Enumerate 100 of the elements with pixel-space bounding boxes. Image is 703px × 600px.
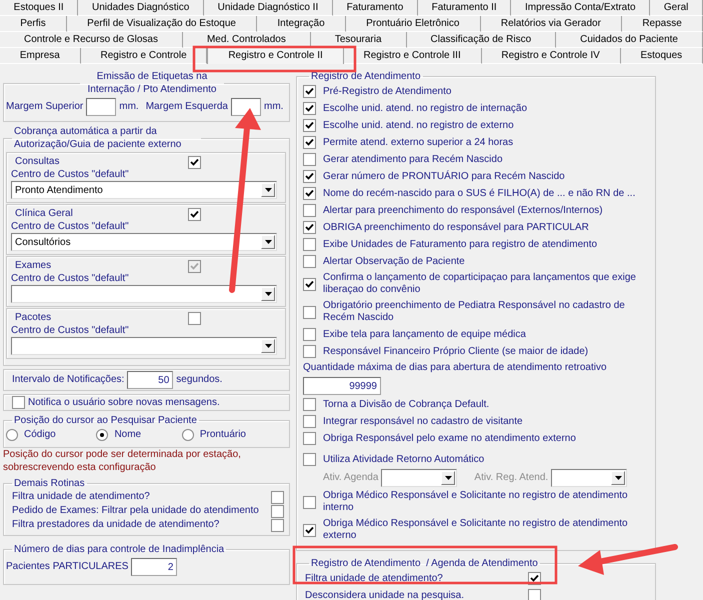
tab[interactable]: Classificação de Risco [406,32,556,48]
checkbox-label: Obriga Responsável pelo exame no atendimento externo [323,432,576,444]
dropdown[interactable]: Pronto Atendimento [11,181,277,199]
tab[interactable]: Estoques [620,48,703,64]
checkbox[interactable] [528,589,541,600]
days-field[interactable]: 2 [131,558,178,576]
unit-label: mm. [264,101,284,113]
checkbox[interactable] [271,504,284,518]
radio-button[interactable] [182,429,194,441]
checkbox-label: Responsável Financeiro Próprio Cliente (se maior de idade) [323,346,588,358]
checkbox[interactable] [303,328,316,341]
tab[interactable]: Geral [650,0,703,16]
checkbox[interactable] [303,496,316,508]
checkbox[interactable] [188,312,201,324]
dropdown[interactable] [381,469,458,487]
checkbox[interactable] [303,153,316,166]
dropdown-button[interactable] [261,287,275,301]
caret-icon [264,344,272,348]
checkbox[interactable] [303,278,316,290]
radio-label: Código [24,429,56,441]
checkbox[interactable] [303,524,316,536]
field-label: Centro de Custos "default" [11,273,130,285]
group-label: Clínica Geral [15,208,73,220]
tab[interactable]: Unidade Diagnóstico II [204,0,333,16]
checkbox[interactable] [303,170,316,183]
field-label: Ativ. Agenda [323,472,378,484]
radio-label: Nome [114,429,142,441]
tab[interactable]: Faturamento [332,0,418,16]
checkbox[interactable] [303,187,316,200]
days-field[interactable]: 99999 [303,377,381,395]
checkbox[interactable] [188,156,201,168]
tab[interactable]: Registro e Controle IV [482,48,621,64]
group-title: Número de dias para controle de Inadimplência [13,543,226,556]
tab[interactable]: Prontuário Eletrônico [346,16,481,32]
margin-field[interactable] [86,98,116,116]
checkbox[interactable] [271,518,284,532]
interval-field[interactable]: 50 [127,371,174,389]
checkbox[interactable] [303,398,316,411]
checkbox[interactable] [271,490,284,504]
dropdown-button[interactable] [611,471,626,485]
checkbox[interactable] [303,102,316,115]
tab[interactable]: Integração [257,16,346,32]
field-label: Ativ. Reg. Atend. [474,472,548,484]
tab[interactable]: Relatórios via Gerador [480,16,622,32]
checkbox[interactable] [303,345,316,358]
checkbox[interactable] [303,432,316,445]
tab[interactable]: Impressão Conta/Extrato [511,0,650,16]
checkbox[interactable] [303,136,316,149]
unit-label: segundos. [176,374,222,386]
tab[interactable]: Controle e Recurso de Glosas [0,32,183,48]
checkbox[interactable] [303,85,316,98]
checkbox-label: OBRIGA preenchimento do responsável para PARTICULAR [323,222,589,234]
caret-icon [614,476,622,480]
checkbox[interactable] [303,204,316,217]
tab[interactable]: Cuidados do Paciente [556,32,703,48]
checkbox-label: Alertar para preenchimento do responsável (Externos/Internos) [323,204,603,216]
radio-button[interactable] [6,429,18,441]
tab[interactable]: Repasse [622,16,703,32]
checkbox-label: Escolhe unid. atend. no registro de externo [323,120,514,132]
tab[interactable]: Estoques II [0,0,78,16]
checkbox-label: Alertar Observação de Paciente [323,256,465,268]
tab[interactable]: Unidades Diagnóstico [78,0,204,16]
tab[interactable]: Empresa [0,48,81,64]
tab[interactable]: Registro e Controle [80,48,208,64]
margin-field[interactable] [230,98,261,116]
checkbox-label: Exibe Unidades de Faturamento para registro de atendimento [323,238,598,250]
checkbox[interactable] [188,208,201,220]
tab[interactable]: Perfis [0,16,67,32]
checkbox-label: Obriga Médico Responsável e Solicitante no registro de atendimento interno [323,490,629,514]
warning-text: Posição do cursor pode ser determinada por estação, sobrescrevendo esta configuração [3,448,242,474]
checkbox-label: Gerar atendimento para Recém Nascido [323,154,503,166]
tab[interactable]: Faturamento II [418,0,512,16]
checkbox[interactable] [303,306,316,318]
group-title: Emissão de Etiquetas na Internação / Pto Atendimento [86,70,218,96]
dropdown-button[interactable] [441,471,456,485]
radio-button[interactable] [96,429,108,441]
checkbox[interactable] [12,396,25,409]
checkbox-label: Integrar responsável no cadastro de visitante [323,416,523,428]
checkbox-label: Filtra unidade de atendimento? [12,491,150,503]
dropdown[interactable] [11,285,277,303]
checkbox-label: Confirma o lançamento de coparticipaçao para lançamentos que exige liberaçao do convênio [323,272,637,296]
dropdown[interactable] [551,469,628,487]
checkbox-label: Permite atend. externo superior a 24 horas [323,136,514,148]
checkbox-label: Nome do recém-nascido para o SUS é FILHO(A) de ... e não RN de ... [323,188,636,200]
checkbox[interactable] [303,119,316,132]
checkbox[interactable] [303,221,316,234]
checkbox[interactable] [303,238,316,251]
checkbox[interactable] [303,453,316,466]
dropdown[interactable] [11,337,277,355]
field-label: Margem Esquerda [146,101,228,113]
dropdown-button[interactable] [261,235,275,249]
caret-icon [444,476,452,480]
unit-label: mm. [119,101,139,113]
tab[interactable]: Perfil de Visualização do Estoque [66,16,258,32]
checkbox[interactable] [303,415,316,428]
tab[interactable]: Registro e Controle III [344,48,482,64]
checkbox[interactable] [303,255,316,268]
dropdown-button[interactable] [261,183,275,197]
dropdown[interactable]: Consultórios [11,233,277,251]
dropdown-button[interactable] [261,339,275,353]
